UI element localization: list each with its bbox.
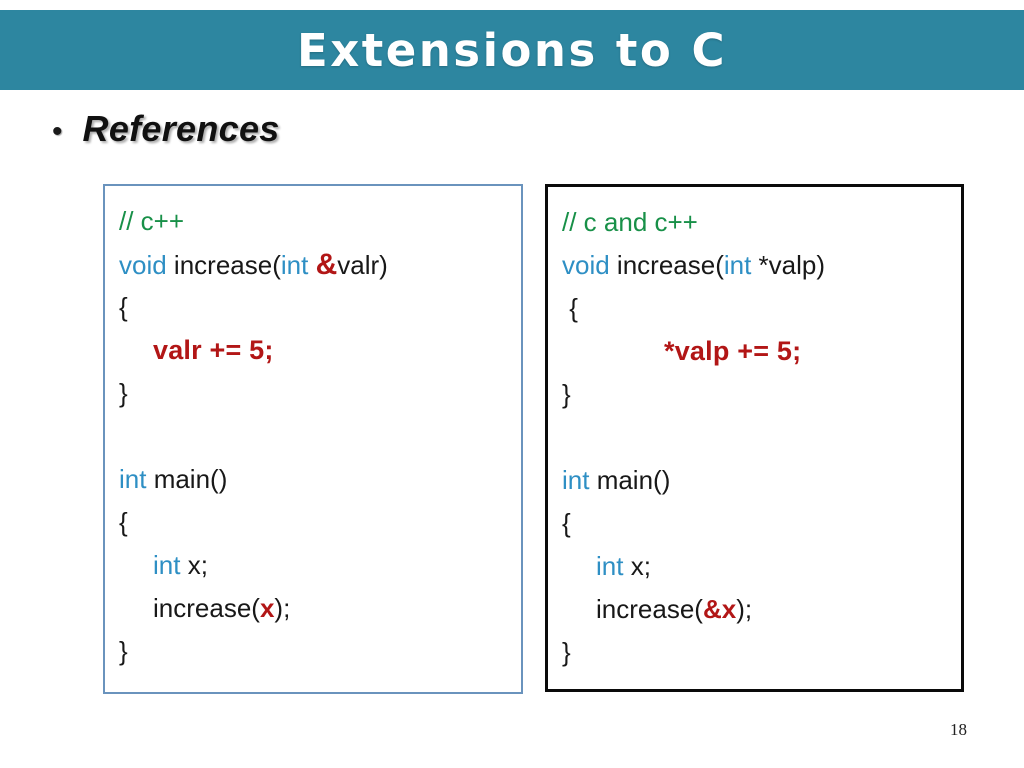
code-token: void: [119, 250, 167, 280]
bullet-heading: • References: [52, 108, 280, 150]
code-line: }: [548, 631, 961, 674]
code-line: valr += 5;: [105, 329, 521, 372]
code-line: int x;: [105, 544, 521, 587]
code-token: {: [119, 507, 128, 537]
bullet-point-icon: •: [52, 115, 63, 148]
code-token: increase(: [596, 594, 703, 624]
code-token: valr += 5;: [153, 335, 274, 365]
code-token: );: [274, 593, 291, 623]
code-token: int: [596, 551, 624, 581]
code-token: int: [280, 250, 309, 280]
code-line: {: [548, 502, 961, 545]
code-line: }: [105, 630, 521, 673]
code-line: {: [105, 286, 521, 329]
code-token: *valp += 5;: [664, 336, 802, 366]
code-token: {: [562, 508, 571, 538]
code-token: &x: [702, 594, 737, 624]
code-token: x;: [623, 551, 651, 581]
code-token: // c++: [119, 206, 185, 236]
code-line: }: [548, 373, 961, 416]
code-token: void: [562, 250, 610, 280]
code-token: *valp): [751, 250, 826, 280]
code-line: increase(x);: [105, 587, 521, 630]
code-token: increase(: [153, 593, 260, 623]
code-line: int main(): [548, 459, 961, 502]
code-token: }: [119, 636, 128, 666]
code-line: increase(&x);: [548, 588, 961, 631]
slide-page-number: 18: [950, 720, 967, 739]
code-token: {: [562, 293, 578, 323]
code-token: int: [153, 550, 181, 580]
code-line: // c++: [105, 200, 521, 243]
bullet-heading-label: References: [82, 108, 280, 149]
code-line: *valp += 5;: [548, 330, 961, 373]
code-token: valr): [337, 250, 388, 280]
code-token: }: [562, 379, 571, 409]
code-block-c-pointer: // c and c++ void increase(int *valp) {*v…: [545, 184, 964, 692]
code-token: // c and c++: [562, 207, 698, 237]
code-token: x: [259, 593, 275, 623]
code-token: &: [315, 248, 338, 281]
code-line: }: [105, 372, 521, 415]
code-token: {: [119, 292, 128, 322]
slide-title-banner: Extensions to C: [0, 10, 1024, 90]
code-token: }: [562, 637, 571, 667]
page-title: Extensions to C: [296, 23, 728, 77]
code-line: {: [105, 501, 521, 544]
code-line: void increase(int &valr): [105, 243, 521, 286]
code-line: void increase(int *valp): [548, 244, 961, 287]
code-token: main(): [146, 464, 228, 494]
code-token: increase(: [609, 250, 724, 280]
code-lines-right: // c and c++ void increase(int *valp) {*v…: [548, 187, 961, 674]
code-token: );: [736, 594, 753, 624]
code-line: int main(): [105, 458, 521, 501]
code-token: increase(: [166, 250, 281, 280]
code-line: // c and c++: [548, 201, 961, 244]
code-block-cpp-reference: // c++ void increase(int &valr){valr += 5…: [103, 184, 523, 694]
code-token: x;: [180, 550, 208, 580]
code-token: }: [119, 378, 128, 408]
code-line: {: [548, 287, 961, 330]
code-token: main(): [589, 465, 671, 495]
code-line: int x;: [548, 545, 961, 588]
code-token: int: [723, 250, 752, 280]
code-token: int: [119, 464, 147, 494]
code-lines-left: // c++ void increase(int &valr){valr += 5…: [105, 186, 521, 673]
code-token: int: [562, 465, 590, 495]
